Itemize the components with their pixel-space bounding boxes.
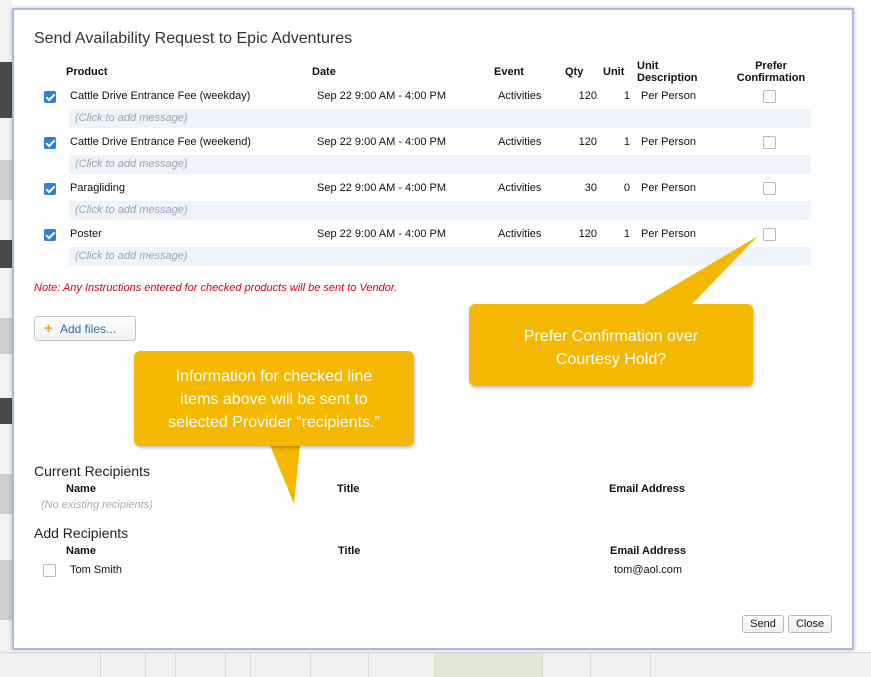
prefer-confirmation-callout: Prefer Confirmation over Courtesy Hold? bbox=[469, 304, 753, 386]
prefer-callout-line1: Prefer Confirmation over bbox=[523, 328, 699, 345]
prefer-callout-pointer bbox=[640, 236, 758, 306]
info-callout-pointer bbox=[270, 445, 300, 504]
info-callout-line3: selected Provider “recipients.” bbox=[168, 414, 380, 431]
info-callout-line1: Information for checked line bbox=[175, 368, 373, 385]
info-callout-line2: items above will be sent to bbox=[180, 391, 368, 408]
prefer-callout-line2: Courtesy Hold? bbox=[555, 351, 667, 368]
recipients-info-callout: Information for checked line items above… bbox=[134, 351, 414, 446]
